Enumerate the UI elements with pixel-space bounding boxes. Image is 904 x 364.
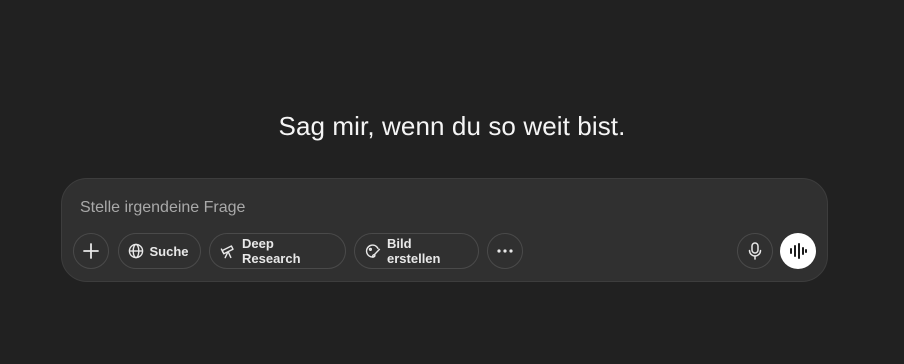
prompt-input[interactable]: Stelle irgendeine Frage: [80, 197, 245, 219]
chat-page: Sag mir, wenn du so weit bist. Stelle ir…: [0, 0, 904, 364]
image-brush-icon: [365, 243, 381, 259]
microphone-icon: [748, 242, 762, 260]
create-image-button[interactable]: Bild erstellen: [354, 233, 479, 269]
deep-research-button-label: Deep Research: [242, 236, 301, 266]
page-headline: Sag mir, wenn du so weit bist.: [278, 111, 626, 141]
composer-toolbar: Suche Deep Research Bild erstellen: [73, 233, 816, 269]
telescope-icon: [220, 243, 236, 259]
create-image-button-label: Bild erstellen: [387, 236, 441, 266]
deep-research-button[interactable]: Deep Research: [209, 233, 346, 269]
voice-waveform-icon: [789, 243, 807, 259]
plus-icon: [82, 242, 100, 260]
more-tools-button[interactable]: [487, 233, 523, 269]
globe-icon: [128, 243, 144, 259]
more-dots-icon: [497, 249, 513, 253]
search-button[interactable]: Suche: [118, 233, 201, 269]
add-attachment-button[interactable]: [73, 233, 109, 269]
voice-mode-button[interactable]: [780, 233, 816, 269]
composer: Stelle irgendeine Frage Suche Deep Resea…: [61, 178, 828, 282]
dictate-button[interactable]: [737, 233, 773, 269]
search-button-label: Suche: [149, 243, 189, 259]
